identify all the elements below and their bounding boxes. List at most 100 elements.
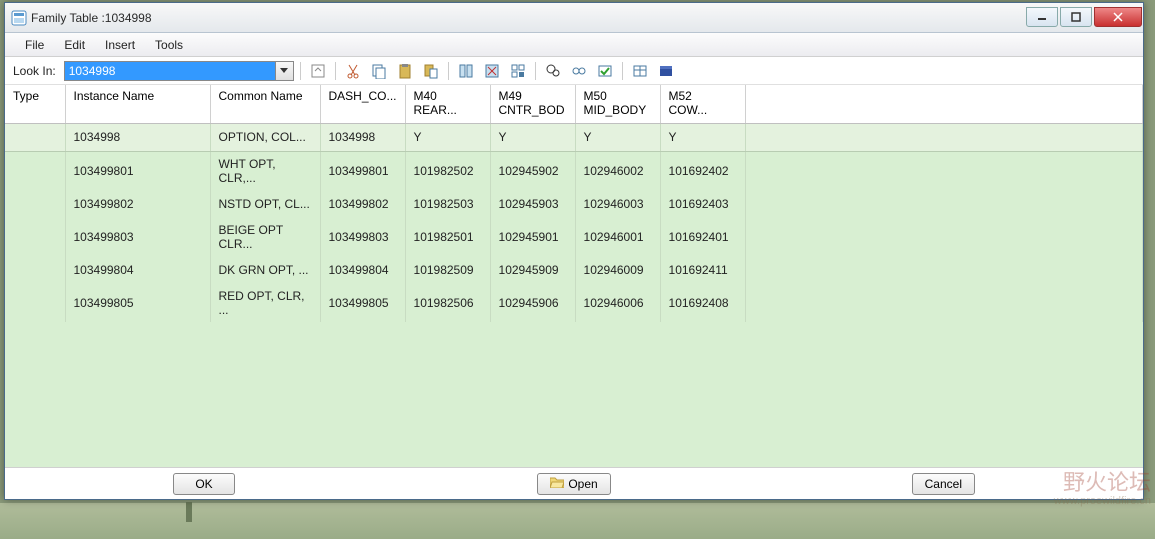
paste-icon[interactable] xyxy=(394,60,416,82)
titlebar[interactable]: Family Table :1034998 xyxy=(5,3,1143,33)
cancel-button[interactable]: Cancel xyxy=(912,473,975,495)
column-header-common[interactable]: Common Name xyxy=(210,85,320,123)
patternize-icon[interactable] xyxy=(507,60,529,82)
minimize-button[interactable] xyxy=(1026,7,1058,27)
cell-common[interactable]: WHT OPT, CLR,... xyxy=(210,151,320,190)
cell-blank xyxy=(745,151,1142,190)
cell-m49[interactable]: 102945903 xyxy=(490,190,575,218)
cell-m52[interactable]: 101692402 xyxy=(660,151,745,190)
ok-button[interactable]: OK xyxy=(173,473,235,495)
cell-type[interactable] xyxy=(5,151,65,190)
cell-dash[interactable]: 103499801 xyxy=(320,151,405,190)
cell-instance[interactable]: 103499801 xyxy=(65,151,210,190)
cell-common[interactable]: NSTD OPT, CL... xyxy=(210,190,320,218)
cell-m50[interactable]: 102946006 xyxy=(575,284,660,322)
paste-special-icon[interactable] xyxy=(420,60,442,82)
cell-type[interactable] xyxy=(5,284,65,322)
table-row[interactable]: 103499805RED OPT, CLR, ...10349980510198… xyxy=(5,284,1143,322)
delete-column-icon[interactable] xyxy=(481,60,503,82)
add-column-icon[interactable] xyxy=(455,60,477,82)
cell-m49[interactable]: 102945901 xyxy=(490,218,575,256)
preview-icon[interactable] xyxy=(568,60,590,82)
cell-type[interactable] xyxy=(5,218,65,256)
cell-dash[interactable]: 103499805 xyxy=(320,284,405,322)
cell-m52[interactable]: 101692403 xyxy=(660,190,745,218)
toolbar-separator xyxy=(622,62,623,80)
open-instance-icon[interactable] xyxy=(307,60,329,82)
column-header-type[interactable]: Type xyxy=(5,85,65,123)
cell-m40[interactable]: Y xyxy=(405,123,490,151)
open-button[interactable]: Open xyxy=(537,473,610,495)
cell-dash[interactable]: 103499803 xyxy=(320,218,405,256)
cell-instance[interactable]: 103499803 xyxy=(65,218,210,256)
table-row[interactable]: 103499803BEIGE OPT CLR...103499803101982… xyxy=(5,218,1143,256)
cell-blank xyxy=(745,218,1142,256)
close-button[interactable] xyxy=(1094,7,1142,27)
copy-icon[interactable] xyxy=(368,60,390,82)
cell-m50[interactable]: 102946001 xyxy=(575,218,660,256)
cell-m52[interactable]: Y xyxy=(660,123,745,151)
open-label: Open xyxy=(568,477,597,491)
cell-blank xyxy=(745,256,1142,284)
cell-m40[interactable]: 101982509 xyxy=(405,256,490,284)
cell-m52[interactable]: 101692408 xyxy=(660,284,745,322)
cell-instance[interactable]: 1034998 xyxy=(65,123,210,151)
menu-tools[interactable]: Tools xyxy=(145,35,193,55)
cell-dash[interactable]: 103499802 xyxy=(320,190,405,218)
lock-icon[interactable] xyxy=(655,60,677,82)
cell-m40[interactable]: 101982502 xyxy=(405,151,490,190)
toolbar-separator xyxy=(335,62,336,80)
menu-edit[interactable]: Edit xyxy=(54,35,95,55)
cell-dash[interactable]: 1034998 xyxy=(320,123,405,151)
column-header-instance[interactable]: Instance Name xyxy=(65,85,210,123)
column-header-dash[interactable]: DASH_CO... xyxy=(320,85,405,123)
column-header-m52[interactable]: M52 COW... xyxy=(660,85,745,123)
cell-m49[interactable]: 102945909 xyxy=(490,256,575,284)
lookin-value[interactable]: 1034998 xyxy=(65,62,275,80)
find-icon[interactable] xyxy=(542,60,564,82)
table-row[interactable]: 103499802NSTD OPT, CL...1034998021019825… xyxy=(5,190,1143,218)
cell-common[interactable]: RED OPT, CLR, ... xyxy=(210,284,320,322)
cell-m49[interactable]: 102945902 xyxy=(490,151,575,190)
cell-type[interactable] xyxy=(5,123,65,151)
cell-instance[interactable]: 103499805 xyxy=(65,284,210,322)
family-table[interactable]: TypeInstance NameCommon NameDASH_CO...M4… xyxy=(5,85,1143,467)
cell-m50[interactable]: 102946002 xyxy=(575,151,660,190)
maximize-button[interactable] xyxy=(1060,7,1092,27)
table-row[interactable]: 103499804DK GRN OPT, ...1034998041019825… xyxy=(5,256,1143,284)
column-header-m40[interactable]: M40 REAR... xyxy=(405,85,490,123)
cell-m50[interactable]: Y xyxy=(575,123,660,151)
cell-m49[interactable]: Y xyxy=(490,123,575,151)
cell-common[interactable]: BEIGE OPT CLR... xyxy=(210,218,320,256)
cell-m40[interactable]: 101982501 xyxy=(405,218,490,256)
lookin-label: Look In: xyxy=(13,64,56,78)
toolbar: Look In: 1034998 xyxy=(5,57,1143,85)
cell-common[interactable]: OPTION, COL... xyxy=(210,123,320,151)
menu-file[interactable]: File xyxy=(15,35,54,55)
cell-instance[interactable]: 103499802 xyxy=(65,190,210,218)
cell-m40[interactable]: 101982506 xyxy=(405,284,490,322)
column-header-m49[interactable]: M49 CNTR_BOD xyxy=(490,85,575,123)
cell-instance[interactable]: 103499804 xyxy=(65,256,210,284)
chevron-down-icon[interactable] xyxy=(275,62,293,80)
lookin-combobox[interactable]: 1034998 xyxy=(64,61,294,81)
cell-m52[interactable]: 101692401 xyxy=(660,218,745,256)
cut-icon[interactable] xyxy=(342,60,364,82)
cell-m50[interactable]: 102946003 xyxy=(575,190,660,218)
cell-m52[interactable]: 101692411 xyxy=(660,256,745,284)
cell-m49[interactable]: 102945906 xyxy=(490,284,575,322)
cell-type[interactable] xyxy=(5,190,65,218)
cell-dash[interactable]: 103499804 xyxy=(320,256,405,284)
table-row[interactable]: 1034998OPTION, COL...1034998YYYY xyxy=(5,123,1143,151)
table-row[interactable]: 103499801WHT OPT, CLR,...103499801101982… xyxy=(5,151,1143,190)
cell-m40[interactable]: 101982503 xyxy=(405,190,490,218)
app-icon xyxy=(11,10,27,26)
cell-m50[interactable]: 102946009 xyxy=(575,256,660,284)
table-header: TypeInstance NameCommon NameDASH_CO...M4… xyxy=(5,85,1143,123)
verify-icon[interactable] xyxy=(594,60,616,82)
cell-common[interactable]: DK GRN OPT, ... xyxy=(210,256,320,284)
cell-type[interactable] xyxy=(5,256,65,284)
menu-insert[interactable]: Insert xyxy=(95,35,145,55)
column-header-m50[interactable]: M50 MID_BODY xyxy=(575,85,660,123)
table-icon[interactable] xyxy=(629,60,651,82)
